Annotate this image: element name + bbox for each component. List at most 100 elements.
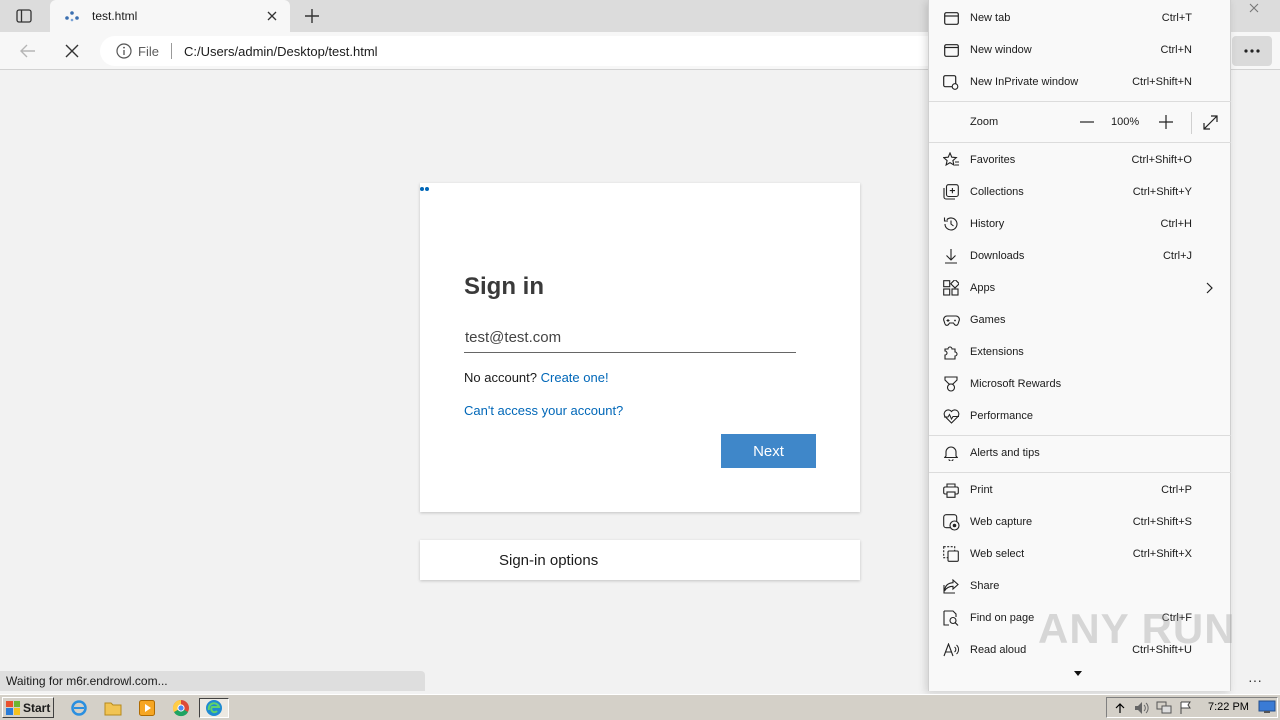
back-button[interactable] <box>14 38 42 64</box>
menu-item-print[interactable]: Print Ctrl+P <box>929 474 1231 506</box>
minus-icon <box>1080 121 1094 123</box>
settings-menu: New tab Ctrl+T New window Ctrl+N New InP… <box>928 0 1231 691</box>
loading-favicon-icon <box>64 8 82 24</box>
arrow-left-icon <box>20 44 35 58</box>
menu-item-history[interactable]: History Ctrl+H <box>929 208 1231 240</box>
menu-separator <box>929 101 1231 102</box>
close-icon <box>1249 3 1259 13</box>
zoom-divider <box>1191 112 1192 134</box>
zoom-level: 100% <box>1111 116 1140 128</box>
new-window-icon <box>942 41 960 59</box>
menu-item-games[interactable]: Games <box>929 304 1231 336</box>
taskbar-clock[interactable]: 7:22 PM <box>1208 701 1249 713</box>
menu-item-performance[interactable]: Performance <box>929 400 1231 432</box>
history-icon <box>942 215 960 233</box>
new-tab-icon <box>942 9 960 27</box>
cant-access-link[interactable]: Can't access your account? <box>464 403 623 418</box>
collections-icon <box>942 183 960 201</box>
menu-item-apps[interactable]: Apps <box>929 272 1231 304</box>
close-icon <box>267 11 277 21</box>
url-text[interactable]: C:/Users/admin/Desktop/test.html <box>184 44 378 59</box>
favorites-icon <box>942 151 960 169</box>
menu-item-web-capture[interactable]: Web capture Ctrl+Shift+S <box>929 506 1231 538</box>
menu-item-new-inprivate[interactable]: New InPrivate window Ctrl+Shift+N <box>929 66 1231 98</box>
media-player-icon <box>139 700 155 716</box>
browser-tab[interactable]: test.html <box>50 0 290 32</box>
new-tab-button[interactable] <box>298 4 326 28</box>
volume-icon[interactable] <box>1133 700 1151 716</box>
extensions-icon <box>942 343 960 361</box>
menu-item-zoom: Zoom 100% <box>929 106 1231 138</box>
site-info-button[interactable]: File <box>116 43 159 59</box>
signin-options-label: Sign-in options <box>499 552 599 569</box>
taskbar: Start 7:22 PM <box>0 694 1280 720</box>
plus-icon <box>305 9 319 23</box>
more-dots-icon <box>1244 49 1260 53</box>
explorer-taskbar-button[interactable] <box>102 698 124 718</box>
menu-item-share[interactable]: Share <box>929 570 1231 602</box>
stop-loading-button[interactable] <box>58 38 86 64</box>
no-account-text: No account? Create one! <box>464 370 609 385</box>
window-close-button[interactable] <box>1234 0 1274 16</box>
downloads-icon <box>942 247 960 265</box>
fullscreen-button[interactable] <box>1200 112 1220 132</box>
zoom-out-button[interactable] <box>1077 112 1097 132</box>
next-button[interactable]: Next <box>721 434 816 468</box>
plus-icon <box>1159 115 1173 129</box>
desktop-icon <box>1258 700 1276 713</box>
create-account-link[interactable]: Create one! <box>541 370 609 385</box>
media-player-taskbar-button[interactable] <box>136 698 158 718</box>
system-tray <box>1106 697 1278 718</box>
chrome-icon <box>172 699 189 717</box>
web-select-icon <box>942 545 960 563</box>
info-icon <box>116 43 132 59</box>
address-bar[interactable]: File C:/Users/admin/Desktop/test.html <box>100 36 960 66</box>
chrome-taskbar-button[interactable] <box>170 698 192 718</box>
chevron-right-icon <box>1206 282 1216 294</box>
tab-actions-icon <box>16 9 32 23</box>
progress-dots <box>420 187 429 191</box>
network-icon[interactable] <box>1155 700 1173 716</box>
tab-close-button[interactable] <box>264 8 280 24</box>
menu-separator <box>929 142 1231 143</box>
close-icon <box>65 44 79 58</box>
menu-item-new-tab[interactable]: New tab Ctrl+T <box>929 2 1231 34</box>
zoom-in-button[interactable] <box>1156 112 1176 132</box>
page-title: Sign in <box>464 273 544 300</box>
start-label: Start <box>23 700 51 715</box>
read-aloud-icon <box>942 641 960 659</box>
edge-taskbar-button[interactable] <box>199 698 229 718</box>
menu-item-alerts[interactable]: Alerts and tips <box>929 437 1231 469</box>
games-icon <box>942 311 960 329</box>
bell-icon <box>942 444 960 462</box>
tray-expand-icon[interactable] <box>1111 700 1129 716</box>
print-icon <box>942 481 960 499</box>
ie-taskbar-button[interactable] <box>68 698 90 718</box>
flag-icon[interactable] <box>1177 700 1195 716</box>
signin-options-button[interactable]: Sign-in options <box>420 540 860 580</box>
edge-icon <box>206 700 222 716</box>
menu-item-web-select[interactable]: Web select Ctrl+Shift+X <box>929 538 1231 570</box>
menu-item-rewards[interactable]: Microsoft Rewards <box>929 368 1231 400</box>
fullscreen-icon <box>1202 114 1218 130</box>
menu-item-favorites[interactable]: Favorites Ctrl+Shift+O <box>929 144 1231 176</box>
email-field[interactable] <box>464 323 796 353</box>
more-dots-icon: ··· <box>1248 672 1262 688</box>
watermark: ANY RUN <box>1038 605 1236 652</box>
menu-separator <box>929 472 1231 473</box>
menu-item-new-window[interactable]: New window Ctrl+N <box>929 34 1231 66</box>
share-icon <box>942 577 960 595</box>
menu-item-collections[interactable]: Collections Ctrl+Shift+Y <box>929 176 1231 208</box>
tab-actions-button[interactable] <box>8 4 40 28</box>
show-desktop-button[interactable] <box>1258 700 1276 714</box>
menu-item-downloads[interactable]: Downloads Ctrl+J <box>929 240 1231 272</box>
start-button[interactable]: Start <box>2 697 54 718</box>
folder-icon <box>104 702 122 716</box>
performance-icon <box>942 407 960 425</box>
find-icon <box>942 609 960 627</box>
scroll-down-arrow-icon[interactable] <box>1073 670 1083 678</box>
menu-item-extensions[interactable]: Extensions <box>929 336 1231 368</box>
settings-and-more-button[interactable] <box>1232 36 1272 66</box>
windows-logo-icon <box>6 700 20 715</box>
status-bar: Waiting for m6r.endrowl.com... <box>0 671 425 691</box>
